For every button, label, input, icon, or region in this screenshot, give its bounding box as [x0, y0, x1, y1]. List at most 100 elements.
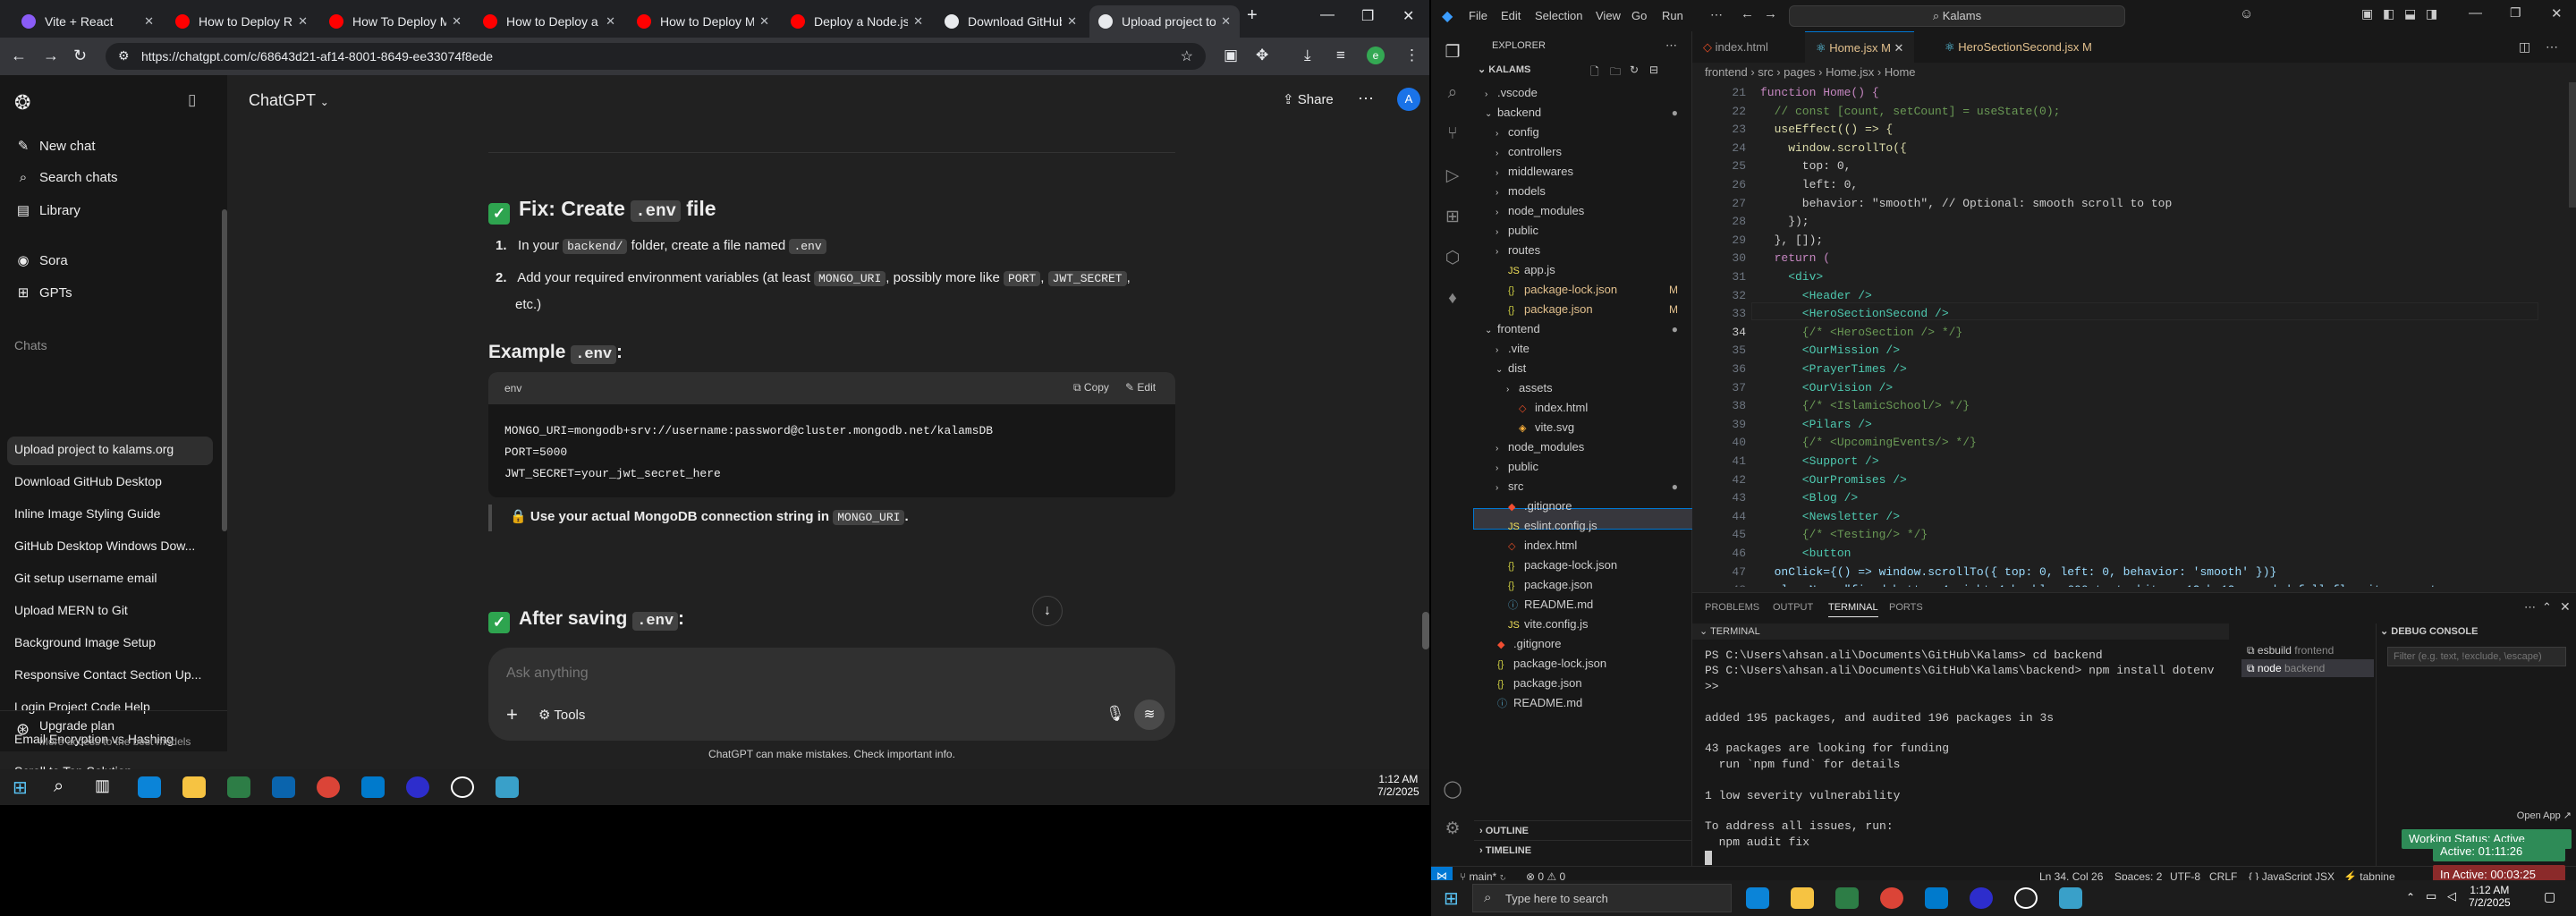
chat-history-item[interactable]: Git setup username email	[14, 571, 211, 585]
scroll-down-button[interactable]: ↓	[1032, 596, 1063, 626]
edge-icon[interactable]	[138, 776, 161, 798]
more-menu-icon[interactable]: ⋯	[1710, 7, 1723, 22]
menu-edit[interactable]: Edit	[1501, 9, 1521, 22]
browser-tab[interactable]: Download GitHub ✕	[936, 5, 1086, 38]
timeline-section[interactable]: › TIMELINE	[1474, 840, 1692, 860]
maximize-icon[interactable]: ❐	[2510, 5, 2521, 21]
close-tab-icon[interactable]: ✕	[759, 14, 769, 29]
new-chat-button[interactable]: ✎ New chat	[14, 138, 96, 155]
store-icon[interactable]	[227, 776, 250, 798]
explorer-item[interactable]: {} package-lock.json	[1474, 556, 1692, 575]
maximize-icon[interactable]: ❐	[1361, 7, 1374, 25]
explorer-item[interactable]: › node_modules	[1474, 201, 1692, 221]
source-control-icon[interactable]: ⑂	[1442, 124, 1463, 146]
copilot-icon[interactable]: ☺	[2240, 6, 2253, 21]
chrome-icon[interactable]	[1880, 887, 1903, 909]
chat-history-item[interactable]: Inline Image Styling Guide	[14, 506, 211, 521]
chat-history-item[interactable]: Upload project to kalams.org	[14, 442, 211, 456]
browser-tab[interactable]: Deploy a Node.js ✕	[782, 5, 932, 38]
tab-output[interactable]: OUTPUT	[1773, 602, 1813, 613]
refresh-icon[interactable]: ↻	[1630, 64, 1639, 76]
obs-icon[interactable]	[2014, 887, 2038, 909]
explorer-item[interactable]: {} package-lock.json	[1474, 654, 1692, 674]
close-tab-icon[interactable]: ✕	[1067, 14, 1077, 29]
media-icon[interactable]: ≡	[1336, 47, 1345, 64]
close-tab-icon[interactable]: ✕	[452, 14, 462, 29]
explorer-item[interactable]: › src ●	[1474, 477, 1692, 496]
command-center-search[interactable]: ⌕ Kalams	[1789, 5, 2125, 27]
remote-icon[interactable]: ⬡	[1442, 248, 1463, 269]
app-icon[interactable]	[2059, 887, 2082, 909]
explorer-item[interactable]: ⌄ frontend ●	[1474, 319, 1692, 339]
close-tab-icon[interactable]: ✕	[298, 14, 308, 29]
reload-icon[interactable]: ↻	[73, 47, 87, 65]
bookmark-star-icon[interactable]: ☆	[1181, 47, 1193, 65]
menu-run[interactable]: Run	[1662, 9, 1683, 22]
search-icon[interactable]: ⌕	[54, 776, 64, 797]
taskbar-search-box[interactable]: ⌕ Type here to search	[1472, 884, 1732, 912]
tab-ports[interactable]: PORTS	[1889, 602, 1923, 613]
windows-start-icon[interactable]: ⊞	[13, 776, 28, 799]
tray-chevron-icon[interactable]: ⌃	[2406, 891, 2415, 903]
explorer-item[interactable]: ◆ .gitignore	[1474, 634, 1692, 654]
explorer-item[interactable]: {} package.json	[1474, 674, 1692, 693]
close-tab-icon[interactable]: ✕	[1221, 14, 1231, 29]
collapse-all-icon[interactable]: ⊟	[1649, 64, 1658, 76]
explorer-item[interactable]: JS eslint.config.js	[1474, 516, 1692, 536]
menu-file[interactable]: File	[1469, 9, 1487, 22]
explorer-item[interactable]: ⌄ dist	[1474, 359, 1692, 378]
menu-selection[interactable]: Selection	[1535, 9, 1582, 22]
nav-forward-icon[interactable]: →	[1764, 6, 1777, 21]
browser-tab[interactable]: How to Deploy Re ✕	[166, 5, 317, 38]
sidebar-toggle-icon[interactable]: ▯	[188, 91, 196, 109]
explorer-item[interactable]: › public	[1474, 221, 1692, 241]
menu-go[interactable]: Go	[1631, 9, 1647, 22]
store-icon[interactable]	[1835, 887, 1859, 909]
minimize-icon[interactable]: —	[2469, 5, 2482, 21]
vscode-icon[interactable]	[1925, 887, 1948, 909]
maximize-panel-icon[interactable]: ⌃	[2542, 600, 2552, 615]
explorer-item[interactable]: › assets	[1474, 378, 1692, 398]
tab-problems[interactable]: PROBLEMS	[1705, 602, 1759, 613]
explorer-item[interactable]: ◇ index.html	[1474, 536, 1692, 556]
explorer-item[interactable]: › public	[1474, 457, 1692, 477]
mongodb-icon[interactable]: ♦	[1442, 289, 1463, 310]
search-chats-button[interactable]: ⌕ Search chats	[14, 170, 118, 185]
open-app-link[interactable]: Open App ↗	[2455, 810, 2572, 821]
browser-tab[interactable]: Upload project to ✕	[1089, 5, 1240, 38]
toggle-secondary-icon[interactable]: ◨	[2426, 6, 2437, 21]
chrome-icon[interactable]	[317, 776, 340, 798]
puzzle-icon[interactable]: ✥	[1256, 47, 1268, 64]
url-input[interactable]: ⚙ https://chatgpt.com/c/68643d21-af14-80…	[106, 43, 1206, 70]
terminal-item[interactable]: ⧉ esbuild frontend	[2241, 641, 2374, 659]
browser-tab[interactable]: How to Deploy a ✕	[474, 5, 624, 38]
plus-icon[interactable]: +	[506, 703, 518, 726]
toggle-panel-icon[interactable]: ⬓	[2404, 6, 2416, 21]
editor-more-icon[interactable]: ⋯	[2546, 39, 2558, 55]
run-debug-icon[interactable]: ▷	[1442, 165, 1463, 187]
close-tab-icon[interactable]: ✕	[1894, 41, 1904, 55]
forward-icon[interactable]: →	[43, 47, 59, 65]
network-icon[interactable]: ▭	[2426, 889, 2436, 903]
chat-history-item[interactable]: Responsive Contact Section Up...	[14, 667, 211, 682]
explorer-item[interactable]: ◇ index.html	[1474, 398, 1692, 418]
explorer-item[interactable]: {} package-lock.json M	[1474, 280, 1692, 300]
browser-tab[interactable]: Vite + React ✕	[13, 5, 163, 38]
more-options-icon[interactable]: ⋯	[1358, 89, 1374, 108]
explorer-item[interactable]: ⓘ README.md	[1474, 693, 1692, 713]
tab-terminal[interactable]: TERMINAL	[1828, 602, 1878, 617]
explorer-item[interactable]: ⌄ backend ●	[1474, 103, 1692, 123]
copy-button[interactable]: ⧉ Copy	[1073, 381, 1109, 394]
tab-home-jsx[interactable]: ⚛ Home.jsx M ✕	[1805, 31, 1915, 63]
profile-avatar-icon[interactable]: e	[1367, 47, 1385, 64]
nav-back-icon[interactable]: ←	[1741, 6, 1754, 21]
volume-icon[interactable]: ◁	[2447, 889, 2456, 903]
voice-mode-button[interactable]: ≋	[1134, 700, 1165, 730]
editor-scrollbar[interactable]	[2569, 82, 2576, 208]
explorer-icon[interactable]: ❐	[1442, 42, 1463, 64]
explorer-item[interactable]: ◆ .gitignore	[1474, 496, 1692, 516]
explorer-item[interactable]: {} package.json M	[1474, 300, 1692, 319]
openai-logo-icon[interactable]: ❂	[14, 91, 30, 114]
account-icon[interactable]: ◯	[1442, 779, 1463, 801]
user-avatar[interactable]: A	[1397, 88, 1420, 111]
